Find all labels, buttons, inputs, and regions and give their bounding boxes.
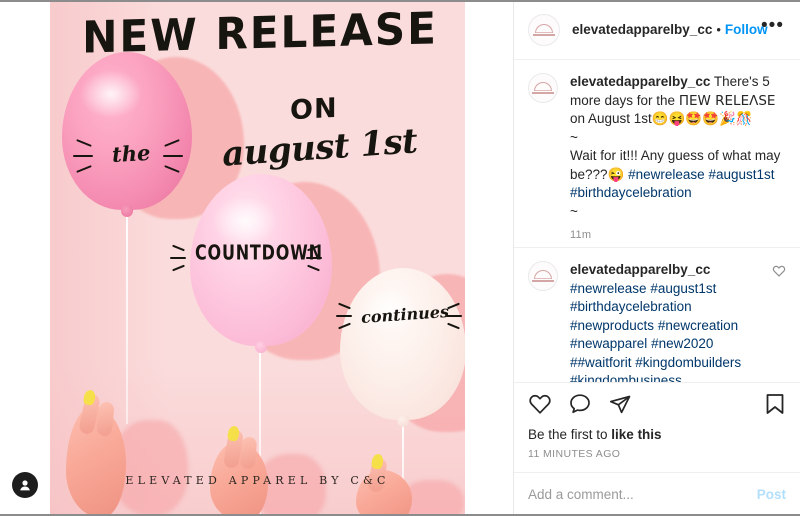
post-comment-button[interactable]: Post bbox=[747, 487, 786, 502]
comment-hashtag[interactable]: ##waitforit bbox=[570, 355, 632, 370]
comment-input[interactable] bbox=[528, 487, 747, 502]
caption-block: elevatedapparelby_cc There's 5 more days… bbox=[514, 60, 800, 247]
comment-hashtag[interactable]: #august1st bbox=[650, 281, 716, 296]
add-comment-bar: Post bbox=[514, 472, 800, 516]
photo-date-word: august 1st bbox=[220, 121, 419, 175]
comment-text: elevatedapparelby_cc #newrelease #august… bbox=[570, 261, 762, 382]
balloon-knot bbox=[255, 341, 267, 353]
like-heart-icon[interactable] bbox=[528, 392, 552, 421]
comment-speech-bubble-icon[interactable] bbox=[568, 392, 592, 421]
caption-body: elevatedapparelby_cc There's 5 more days… bbox=[570, 73, 786, 241]
comment-body: elevatedapparelby_cc #newrelease #august… bbox=[570, 261, 762, 382]
caption-hashtag[interactable]: #birthdaycelebration bbox=[570, 185, 692, 200]
likes-prefix: Be the first to bbox=[528, 427, 612, 442]
caption-tilde-2: ~ bbox=[570, 203, 578, 219]
header-username[interactable]: elevatedapparelby_cc bbox=[572, 22, 712, 37]
comment-hashtag[interactable]: #birthdaycelebration bbox=[570, 299, 692, 314]
comment-hashtag[interactable]: #new2020 bbox=[651, 336, 713, 351]
post-media-pane[interactable]: NEW RELEASE ON august 1st the COUNTDOWN … bbox=[0, 0, 513, 516]
hand-finger bbox=[239, 436, 258, 470]
hand-palm bbox=[66, 406, 126, 514]
ray-marks-left-countdown bbox=[166, 244, 190, 272]
comment-hashtag[interactable]: #newrelease bbox=[570, 281, 647, 296]
caption-stylized-text: ПEW RELEΛSE bbox=[678, 92, 776, 109]
balloon-hot-pink bbox=[62, 52, 192, 217]
ray-marks-right-countdown bbox=[302, 244, 326, 272]
header-username-row: elevatedapparelby_cc • Follow bbox=[572, 22, 768, 37]
comment-hashtag[interactable]: #newcreation bbox=[658, 318, 738, 333]
ray-marks-left-the bbox=[68, 139, 98, 173]
comment-hashtag[interactable]: #newproducts bbox=[570, 318, 654, 333]
balloon-cream bbox=[340, 268, 465, 427]
photo-tag-the: the bbox=[111, 140, 151, 167]
balloon-highlight bbox=[212, 196, 278, 246]
tagged-person-icon[interactable] bbox=[12, 472, 38, 498]
share-paper-plane-icon[interactable] bbox=[608, 392, 632, 421]
balloon-highlight bbox=[80, 70, 142, 118]
caption-tilde-1: ~ bbox=[570, 129, 578, 145]
caption-line1-end: on August 1st bbox=[570, 111, 652, 126]
comment-hashtag[interactable]: #newapparel bbox=[570, 336, 647, 351]
brand-crest-icon bbox=[532, 268, 554, 284]
avatar[interactable] bbox=[528, 13, 560, 46]
top-border bbox=[0, 0, 800, 2]
hand-1 bbox=[66, 389, 126, 514]
caption-emojis: 😁😝🤩🤩🎉🎊 bbox=[651, 111, 753, 126]
likes-line: Be the first to like this bbox=[514, 425, 800, 442]
instagram-post-screenshot: NEW RELEASE ON august 1st the COUNTDOWN … bbox=[0, 0, 800, 516]
comment-like-heart-icon[interactable] bbox=[772, 264, 786, 382]
photo-brand-line: ELEVATED APPAREL BY C&C bbox=[125, 474, 390, 487]
balloon-string-1 bbox=[126, 214, 128, 424]
photo-on-word: ON bbox=[290, 92, 338, 127]
post-actions: Be the first to like this 11 MINUTES AGO bbox=[514, 382, 800, 472]
avatar[interactable] bbox=[528, 261, 558, 291]
ray-marks-right-continues bbox=[442, 302, 465, 330]
caption-username[interactable]: elevatedapparelby_cc bbox=[570, 74, 710, 89]
balloon-knot bbox=[121, 205, 133, 217]
photo-headline: NEW RELEASE bbox=[82, 3, 438, 64]
comment-hashtag[interactable]: #kingdombuilders bbox=[635, 355, 741, 370]
avatar[interactable] bbox=[528, 73, 558, 103]
comment-hashtag[interactable]: #kingdombusiness bbox=[570, 373, 682, 382]
brand-crest-icon bbox=[533, 22, 555, 38]
ellipsis-icon[interactable]: ••• bbox=[759, 16, 786, 38]
balloon-knot bbox=[397, 415, 409, 427]
caption-hashtag[interactable]: #august1st bbox=[708, 167, 774, 182]
post-timestamp: 11 MINUTES AGO bbox=[528, 448, 621, 460]
action-icon-row bbox=[514, 383, 800, 425]
ray-marks-right-the bbox=[158, 139, 188, 173]
caption-hashtag[interactable]: #newrelease bbox=[628, 167, 705, 182]
caption-emoji-2: 😜 bbox=[607, 166, 625, 182]
caption-timestamp: 11m bbox=[570, 229, 592, 241]
caption-text: elevatedapparelby_cc There's 5 more days… bbox=[570, 73, 786, 221]
comment-item: elevatedapparelby_cc #newrelease #august… bbox=[514, 247, 800, 382]
post-sidebar: elevatedapparelby_cc • Follow ••• elevat… bbox=[513, 0, 800, 516]
save-bookmark-icon[interactable] bbox=[764, 392, 786, 421]
ray-marks-left-continues bbox=[332, 302, 356, 330]
post-photo[interactable]: NEW RELEASE ON august 1st the COUNTDOWN … bbox=[50, 2, 465, 514]
brand-crest-icon bbox=[532, 80, 554, 96]
comments-scroll-region[interactable]: elevatedapparelby_cc There's 5 more days… bbox=[514, 60, 800, 382]
post-header: elevatedapparelby_cc • Follow ••• bbox=[514, 0, 800, 60]
header-separator: • bbox=[716, 22, 721, 37]
comment-username[interactable]: elevatedapparelby_cc bbox=[570, 262, 710, 277]
like-this-link[interactable]: like this bbox=[611, 427, 661, 442]
